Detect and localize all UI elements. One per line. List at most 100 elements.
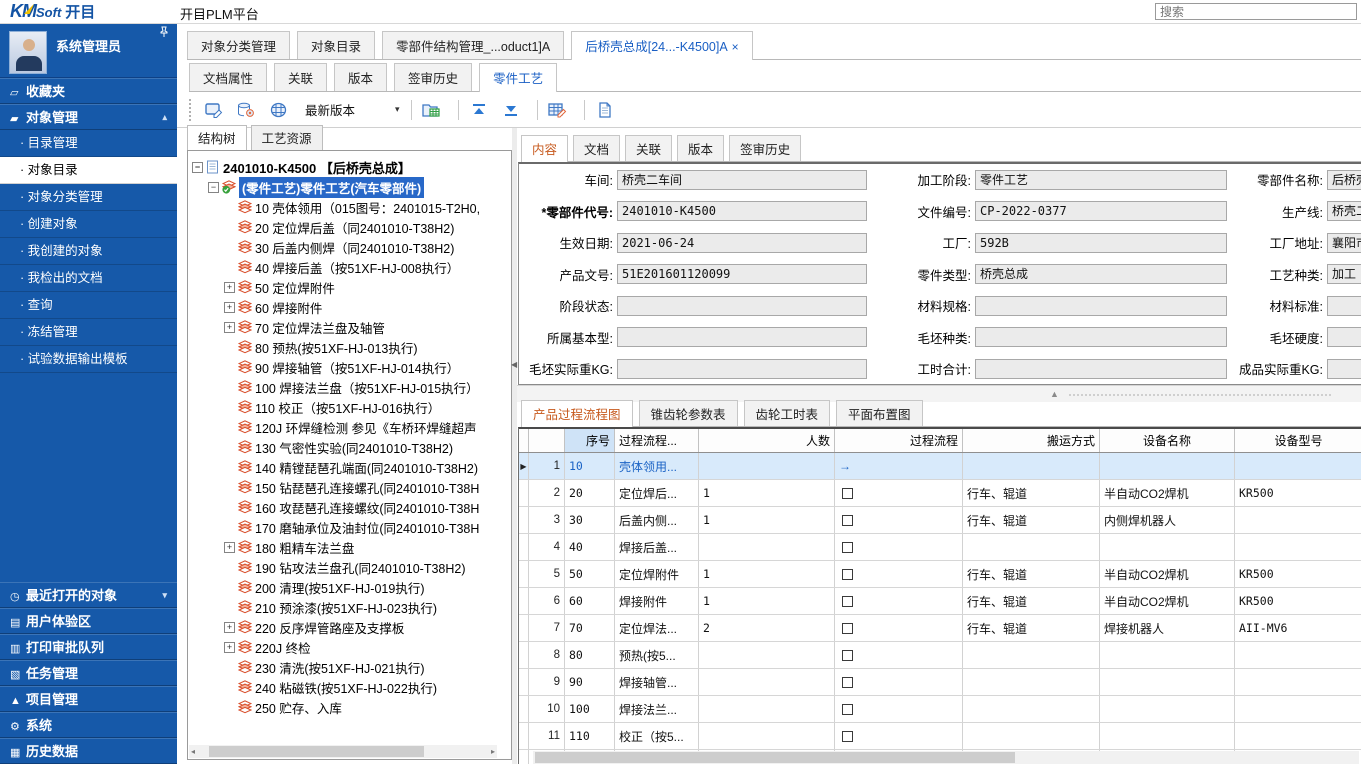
tree-horizontal-scrollbar[interactable]: ◂ ▸ <box>189 745 497 758</box>
object-tab-1[interactable]: 关联 <box>274 63 327 91</box>
panel-edit-icon[interactable] <box>201 98 227 122</box>
table-row-5[interactable]: 550定位焊附件1行车、辊道半自动CO2焊机KR500 <box>519 561 1361 588</box>
table-row-1[interactable]: ▶110壳体领用...→ <box>519 453 1361 480</box>
expand-plus-icon[interactable]: + <box>224 282 235 293</box>
scrollbar-thumb[interactable] <box>209 746 424 757</box>
folder-table-icon[interactable] <box>419 98 445 122</box>
expand-minus-icon[interactable]: − <box>192 162 203 173</box>
field-input-1-0[interactable]: 零件工艺 <box>975 170 1227 190</box>
table-row-7[interactable]: 770定位焊法...2行车、辊道焊接机器人AII-MV6 <box>519 615 1361 642</box>
column-header-3[interactable]: 过程流程... <box>615 429 699 452</box>
tree-tab-0[interactable]: 结构树 <box>187 125 247 151</box>
table-row-4[interactable]: 440焊接后盖... <box>519 534 1361 561</box>
flow-checkbox[interactable] <box>842 569 853 580</box>
document-copy-icon[interactable] <box>592 98 618 122</box>
flow-checkbox[interactable] <box>842 650 853 661</box>
detail-tab-1[interactable]: 文档 <box>573 135 620 161</box>
sidebar-item-0-bottom[interactable]: ◷最近打开的对象▾ <box>0 582 177 608</box>
field-input-2-4[interactable] <box>1327 296 1361 316</box>
toolbar-drag-handle[interactable] <box>189 99 191 121</box>
sidebar-item-6-bottom[interactable]: ▦历史数据 <box>0 738 177 764</box>
field-input-0-1[interactable]: 2401010-K4500 <box>617 201 867 221</box>
object-tab-0[interactable]: 文档属性 <box>189 63 267 91</box>
tree-item-9[interactable]: 100 焊接法兰盘（按51XF-HJ-015执行） <box>192 377 511 397</box>
flow-tab-1[interactable]: 锥齿轮参数表 <box>639 400 738 426</box>
sidebar-item-1-bottom[interactable]: ▤用户体验区 <box>0 608 177 634</box>
detail-tab-2[interactable]: 关联 <box>625 135 672 161</box>
field-input-2-1[interactable]: 桥壳二 <box>1327 201 1361 221</box>
sidebar-subitem-1[interactable]: 对象目录 <box>0 157 177 184</box>
tree-tab-1[interactable]: 工艺资源 <box>251 125 323 150</box>
tree-item-0[interactable]: 10 壳体领用（015图号：2401015-T2H0, <box>192 197 511 217</box>
flow-tab-0[interactable]: 产品过程流程图 <box>521 400 633 427</box>
collapse-arrow-icon[interactable]: ▴ <box>162 105 167 130</box>
version-dropdown[interactable]: 最新版本 ▾ <box>305 100 400 119</box>
scroll-right-icon[interactable]: ▸ <box>491 745 495 758</box>
object-tab-4[interactable]: 零件工艺 <box>479 63 557 92</box>
tree-item-4[interactable]: +50 定位焊附件 <box>192 277 511 297</box>
expand-plus-icon[interactable]: + <box>224 302 235 313</box>
field-input-2-6[interactable] <box>1327 359 1361 379</box>
table-row-2[interactable]: 220定位焊后...1行车、辊道半自动CO2焊机KR500 <box>519 480 1361 507</box>
tree-item-7[interactable]: 80 预热(按51XF-HJ-013执行) <box>192 337 511 357</box>
field-input-2-2[interactable]: 襄阳市 <box>1327 233 1361 253</box>
sidebar-subitem-6[interactable]: 查询 <box>0 292 177 319</box>
field-input-0-2[interactable]: 2021-06-24 <box>617 233 867 253</box>
field-input-2-0[interactable]: 后桥壳 <box>1327 170 1361 190</box>
tree-item-8[interactable]: 90 焊接轴管（按51XF-HJ-014执行） <box>192 357 511 377</box>
flow-tab-3[interactable]: 平面布置图 <box>836 400 923 426</box>
expand-plus-icon[interactable]: + <box>224 642 235 653</box>
sidebar-subitem-5[interactable]: 我检出的文档 <box>0 265 177 292</box>
detail-tab-3[interactable]: 版本 <box>677 135 724 161</box>
tree-item-19[interactable]: 200 清理(按51XF-HJ-019执行) <box>192 577 511 597</box>
table-view-icon[interactable] <box>265 98 291 122</box>
tree-item-13[interactable]: 140 精镗琵琶孔端面(同2401010-T38H2) <box>192 457 511 477</box>
database-settings-icon[interactable] <box>233 98 259 122</box>
close-icon[interactable]: × <box>732 40 739 54</box>
column-header-2[interactable]: 序号 <box>565 429 615 452</box>
doc-tab-2[interactable]: 零部件结构管理_...oduct1]A <box>382 31 564 59</box>
splitter-drag-handle[interactable] <box>1069 394 1331 396</box>
table-row-10[interactable]: 10100焊接法兰... <box>519 696 1361 723</box>
tree-item-17[interactable]: +180 粗精车法兰盘 <box>192 537 511 557</box>
tree-item-3[interactable]: 40 焊接后盖（按51XF-HJ-008执行） <box>192 257 511 277</box>
tree-item-18[interactable]: 190 钻攻法兰盘孔(同2401010-T38H2) <box>192 557 511 577</box>
tree-root-node[interactable]: −2401010-K4500 【后桥壳总成】 <box>192 157 511 177</box>
sidebar-subitem-2[interactable]: 对象分类管理 <box>0 184 177 211</box>
field-input-1-4[interactable] <box>975 296 1227 316</box>
tree-item-2[interactable]: 30 后盖内侧焊（同2401010-T38H2) <box>192 237 511 257</box>
sidebar-subitem-0[interactable]: 目录管理 <box>0 130 177 157</box>
collapse-bottom-icon[interactable] <box>498 98 524 122</box>
field-input-1-3[interactable]: 桥壳总成 <box>975 264 1227 284</box>
field-input-2-5[interactable] <box>1327 327 1361 347</box>
flow-tab-2[interactable]: 齿轮工时表 <box>744 400 831 426</box>
scrollbar-thumb[interactable] <box>535 752 1015 763</box>
expand-plus-icon[interactable]: + <box>224 322 235 333</box>
field-input-1-6[interactable] <box>975 359 1227 379</box>
tree-item-14[interactable]: 150 钻琵琶孔连接螺孔(同2401010-T38H <box>192 477 511 497</box>
expand-plus-icon[interactable]: + <box>224 622 235 633</box>
table-row-9[interactable]: 990焊接轴管... <box>519 669 1361 696</box>
doc-tab-0[interactable]: 对象分类管理 <box>187 31 290 59</box>
flow-checkbox[interactable] <box>842 488 853 499</box>
sidebar-item-2-bottom[interactable]: ▥打印审批队列 <box>0 634 177 660</box>
tree-process-node-selected[interactable]: −(零件工艺)零件工艺(汽车零部件) <box>192 177 511 197</box>
flow-checkbox[interactable] <box>842 515 853 526</box>
table-horizontal-scrollbar[interactable] <box>533 751 1359 764</box>
pin-icon[interactable] <box>159 26 169 38</box>
expand-minus-icon[interactable]: − <box>208 182 219 193</box>
field-input-0-6[interactable] <box>617 359 867 379</box>
flow-checkbox[interactable] <box>842 542 853 553</box>
sidebar-subitem-3[interactable]: 创建对象 <box>0 211 177 238</box>
column-header-8[interactable]: 设备型号 <box>1235 429 1361 452</box>
field-input-1-2[interactable]: 592B <box>975 233 1227 253</box>
sidebar-item-3-bottom[interactable]: ▧任务管理 <box>0 660 177 686</box>
flow-checkbox[interactable] <box>842 623 853 634</box>
sidebar-subitem-4[interactable]: 我创建的对象 <box>0 238 177 265</box>
column-header-6[interactable]: 搬运方式 <box>963 429 1100 452</box>
splitter-collapse-up-icon[interactable]: ▲ <box>1050 389 1059 399</box>
field-input-2-3[interactable]: 加工 <box>1327 264 1361 284</box>
sidebar-item-5-bottom[interactable]: ⚙系统 <box>0 712 177 738</box>
tree-item-5[interactable]: +60 焊接附件 <box>192 297 511 317</box>
sidebar-item-4-bottom[interactable]: ▲项目管理 <box>0 686 177 712</box>
